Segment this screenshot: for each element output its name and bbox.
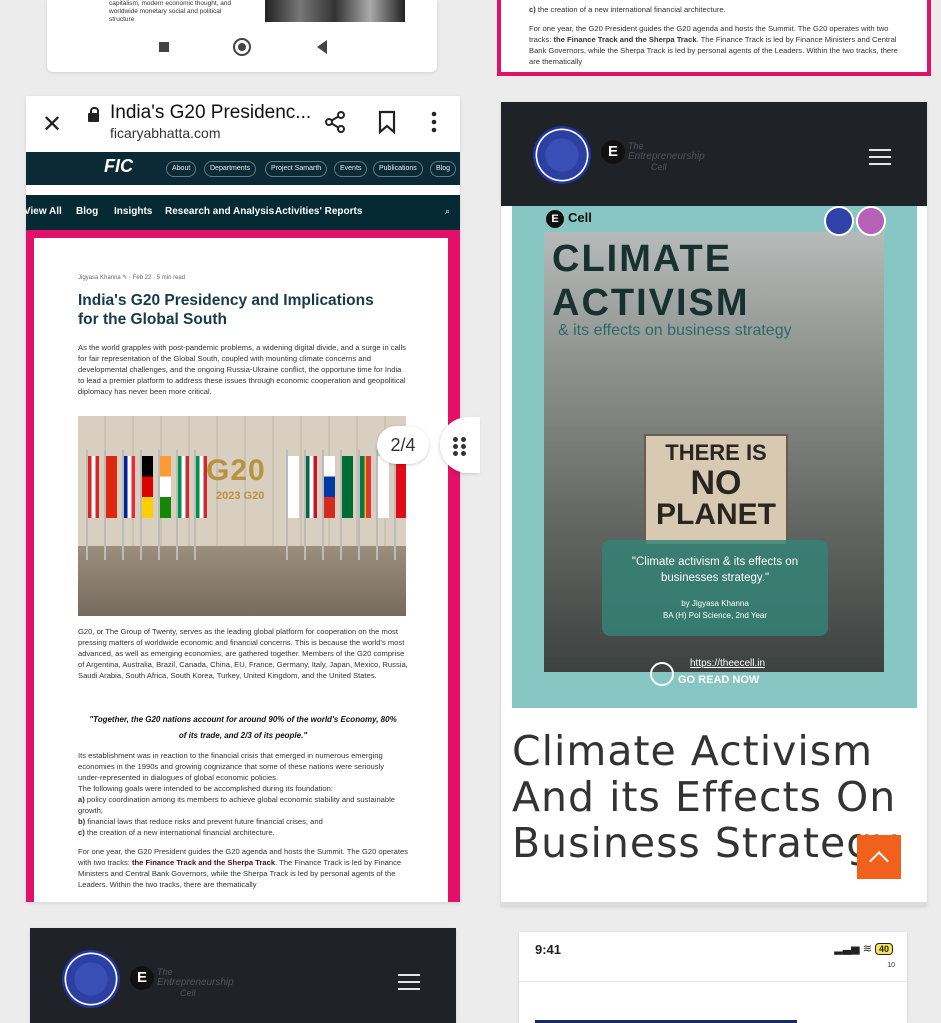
university-seal-icon — [824, 206, 854, 236]
poster-subtitle: & its effects on business strategy — [558, 322, 792, 339]
snippet-image — [265, 0, 405, 22]
browser-toolbar: ✕ India's G20 Presidenc... ficaryabhatta… — [26, 96, 460, 152]
status-number: 10 — [887, 962, 895, 969]
status-icons: ▂▃▅ ≋ 40 — [834, 942, 893, 955]
search-icon[interactable]: ⌕ — [445, 206, 450, 217]
nav-link-project-samarth[interactable]: Project Samarth — [265, 161, 328, 177]
ecell-brand-line: Entrepreneurship — [157, 977, 234, 988]
ecell-logo: E — [130, 966, 154, 990]
article-paragraph: Its establishment was in reaction to the… — [78, 751, 396, 837]
article-paragraph: G20, or The Group of Twenty, serves as t… — [78, 627, 408, 680]
nav-link-blog[interactable]: Blog — [430, 161, 457, 177]
poster-ecell-logo: E — [546, 210, 564, 228]
poster-ecell-label: Cell — [568, 210, 592, 225]
blog-category-nav: View All Blog Insights Research and Anal… — [26, 195, 460, 230]
snippet-paragraph: For one year, the G20 President guides t… — [529, 24, 898, 66]
nav-link-publications[interactable]: Publications — [373, 161, 423, 177]
g20-flags-image: G20 2023 G20 — [78, 416, 406, 616]
poster-cta: GO READ NOW — [678, 674, 760, 686]
next-page-thumbnail[interactable]: E The Entrepreneurship Cell — [30, 928, 456, 1023]
ecell-header: E The Entrepreneurship Cell — [501, 102, 927, 206]
screenshot-g20-article: ✕ India's G20 Presidenc... ficaryabhatta… — [26, 96, 460, 902]
article-poster-image: E Cell CLIMATE ACTIVISM & its effects on… — [512, 206, 917, 708]
article-content: Jigyasa Khanna ✎ · Feb 22 · 5 min read I… — [34, 238, 448, 902]
status-time: 9:41 — [535, 942, 562, 957]
battery-icon: 40 — [874, 943, 893, 955]
article-title: India's G20 Presidency and Implications … — [78, 292, 374, 328]
ecell-brand-line: Cell — [180, 988, 196, 998]
site-header: FIC About Departments Project Samarth Ev… — [26, 152, 460, 185]
category-blog[interactable]: Blog — [76, 206, 98, 217]
snippet-line: structure — [109, 16, 135, 22]
category-insights[interactable]: Insights — [114, 206, 152, 217]
poster-title: CLIMATE — [552, 238, 733, 280]
tab-title: India's G20 Presidenc... — [110, 102, 312, 123]
globe-icon — [650, 662, 674, 686]
university-logo[interactable] — [533, 126, 591, 184]
nav-link-about[interactable]: About — [166, 161, 197, 177]
scroll-to-top-button[interactable] — [857, 835, 901, 879]
ecell-brand-line: Entrepreneurship — [628, 151, 705, 162]
g20-sign: G20 — [206, 454, 266, 487]
signal-icon: ▂▃▅ — [834, 943, 860, 955]
next-page-thumbnail-right[interactable]: 9:41 ▂▃▅ ≋ 40 10 — [519, 932, 907, 1023]
college-seal-icon — [856, 206, 886, 236]
poster-author: by Jigyasa Khanna BA (H) Pol Science, 2n… — [662, 599, 768, 620]
poster-title: ACTIVISM — [552, 282, 750, 324]
protest-sign: THERE IS NO PLANET — [644, 434, 788, 546]
site-logo[interactable]: FIC — [104, 156, 133, 177]
snippet-line: worldwide monetary social and political — [109, 8, 222, 15]
category-view-all[interactable]: View All — [26, 206, 62, 217]
menu-icon[interactable] — [869, 149, 891, 165]
nav-link-departments[interactable]: Departments — [204, 161, 257, 177]
article-intro: As the world grapples with post-pandemic… — [78, 343, 406, 396]
previous-page-thumbnail[interactable]: capitalism, modern economic thought, and… — [47, 0, 437, 72]
page-indicator: 2/4 — [377, 426, 429, 464]
poster-url: https://theecell.in — [690, 658, 766, 669]
bookmark-icon[interactable] — [377, 110, 397, 134]
recents-icon[interactable] — [159, 42, 169, 52]
menu-icon — [398, 974, 420, 990]
ecell-brand-line: The — [157, 967, 173, 977]
article-frame: Jigyasa Khanna ✎ · Feb 22 · 5 min read I… — [26, 230, 460, 902]
home-icon[interactable] — [233, 38, 251, 56]
more-options-icon[interactable] — [429, 110, 439, 134]
poster-quote-box: "Climate activism & its effects on busin… — [602, 540, 828, 636]
category-research[interactable]: Research and Analysis — [165, 206, 274, 217]
ecell-brand-line: Cell — [651, 162, 667, 172]
share-icon[interactable] — [323, 110, 347, 134]
back-icon[interactable] — [317, 40, 327, 54]
wifi-icon: ≋ — [862, 943, 872, 955]
category-activities[interactable]: Activities' Reports — [275, 206, 362, 217]
article-body: Its establishment was in reaction to the… — [78, 750, 408, 896]
university-logo — [62, 950, 120, 1008]
nav-link-events[interactable]: Events — [334, 161, 368, 177]
article-quote: "Together, the G20 nations account for a… — [89, 715, 397, 740]
goal-c-label: c) — [529, 5, 536, 14]
g20-sign-subtitle: 2023 G20 — [216, 490, 265, 502]
article-meta: Jigyasa Khanna ✎ · Feb 22 · 5 min read — [78, 275, 186, 281]
page-domain: ficaryabhatta.com — [110, 125, 221, 141]
snippet-line: capitalism, modern economic thought, and — [109, 0, 232, 7]
previous-page-thumbnail-right[interactable]: c) the creation of a new international f… — [497, 0, 931, 76]
ecell-brand-line: The — [628, 141, 644, 151]
close-icon[interactable]: ✕ — [42, 110, 62, 139]
thumbnail-snippet: capitalism, modern economic thought, and… — [65, 0, 415, 22]
article-paragraph: For one year, the G20 President guides t… — [78, 847, 408, 889]
ecell-logo[interactable]: E — [601, 140, 625, 164]
snippet-text: the creation of a new international fina… — [537, 5, 726, 14]
lock-icon — [88, 107, 99, 122]
screenshot-climate-article: E The Entrepreneurship Cell E Cell CLIMA… — [501, 102, 927, 906]
poster-quote: "Climate activism & its effects on busin… — [631, 556, 799, 584]
